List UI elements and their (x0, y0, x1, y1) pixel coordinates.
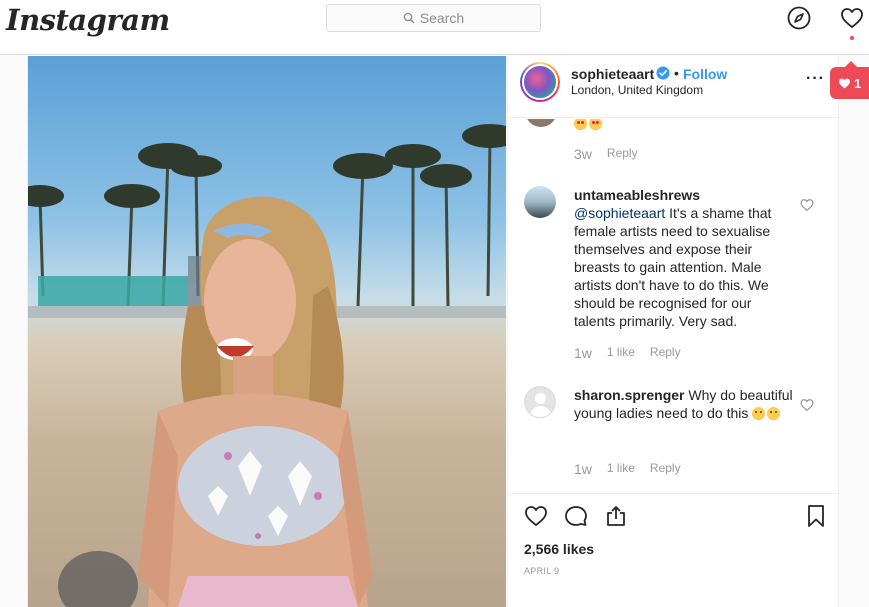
comment-time[interactable]: 1w (574, 461, 592, 477)
comment-username[interactable]: untameableshrews (574, 187, 700, 203)
reply-button[interactable]: Reply (607, 146, 638, 162)
comment-body: It's a shame that female artists need to… (574, 205, 772, 329)
comment-likes-count[interactable]: 1 like (607, 461, 635, 477)
heart-eyes-emoji-icon (574, 119, 587, 130)
top-nav-bar: Instagram Search (0, 0, 869, 55)
photo-illustration (28, 124, 506, 607)
comment-mention[interactable]: @sophieteaart (574, 205, 665, 221)
comment-like-heart-icon[interactable] (800, 398, 814, 412)
comment-avatar[interactable] (524, 386, 556, 418)
post-header: sophieteaart • Follow London, United Kin… (508, 56, 841, 118)
follow-button[interactable]: Follow (683, 66, 727, 82)
post-date[interactable]: April 9 (524, 566, 559, 576)
activity-count: 1 (854, 75, 862, 91)
comment-meta: 1w 1 like Reply (574, 345, 681, 361)
more-options-button[interactable]: ··· (806, 70, 825, 88)
comment-time[interactable]: 1w (574, 345, 592, 361)
comment-text: sharon.sprenger Why do beautiful young l… (574, 386, 796, 422)
comment-bubble-icon[interactable] (564, 504, 588, 528)
comment-avatar[interactable] (524, 186, 556, 218)
post-actions: 2,566 likes April 9 (508, 494, 841, 607)
like-heart-icon[interactable] (524, 504, 548, 528)
post-photo[interactable] (28, 56, 506, 607)
reply-button[interactable]: Reply (650, 461, 681, 477)
author-avatar[interactable] (520, 62, 560, 102)
compass-icon[interactable] (787, 6, 811, 30)
search-input[interactable]: Search (326, 4, 541, 32)
comment-meta: 3w Reply (574, 146, 638, 162)
comments-list[interactable]: 3w Reply untameableshrews @sophieteaart … (508, 119, 841, 494)
likes-count[interactable]: 2,566 likes (524, 541, 594, 557)
heart-eyes-emoji-icon (589, 119, 602, 130)
post-card: sophieteaart • Follow London, United Kin… (27, 56, 841, 607)
activity-notification-badge[interactable]: 1 (830, 61, 869, 99)
separator-dot: • (674, 65, 679, 81)
share-icon[interactable] (604, 504, 628, 528)
activity-heart-icon (839, 78, 850, 89)
bookmark-icon[interactable] (804, 504, 828, 528)
search-placeholder: Search (419, 10, 465, 26)
instagram-logo[interactable]: Instagram (6, 3, 170, 37)
post-location[interactable]: London, United Kingdom (571, 83, 703, 97)
author-username[interactable]: sophieteaart (571, 66, 654, 82)
reply-button[interactable]: Reply (650, 345, 681, 361)
disappointed-emoji-icon (752, 407, 766, 420)
disappointed-emoji-icon (767, 407, 781, 420)
comment-text: untameableshrews @sophieteaart It's a sh… (574, 186, 796, 330)
comment-avatar[interactable] (525, 119, 557, 127)
comment-text (574, 119, 796, 132)
post-side-panel: sophieteaart • Follow London, United Kin… (507, 56, 841, 607)
verified-badge-icon (656, 66, 670, 80)
search-icon (403, 12, 415, 24)
notification-dot (850, 36, 854, 40)
comment-time[interactable]: 3w (574, 146, 592, 162)
comment-meta: 1w 1 like Reply (574, 461, 681, 477)
comment-username[interactable]: sharon.sprenger (574, 387, 684, 403)
comment-like-heart-icon[interactable] (800, 198, 814, 212)
comment-likes-count[interactable]: 1 like (607, 345, 635, 361)
heart-icon[interactable] (840, 6, 864, 30)
